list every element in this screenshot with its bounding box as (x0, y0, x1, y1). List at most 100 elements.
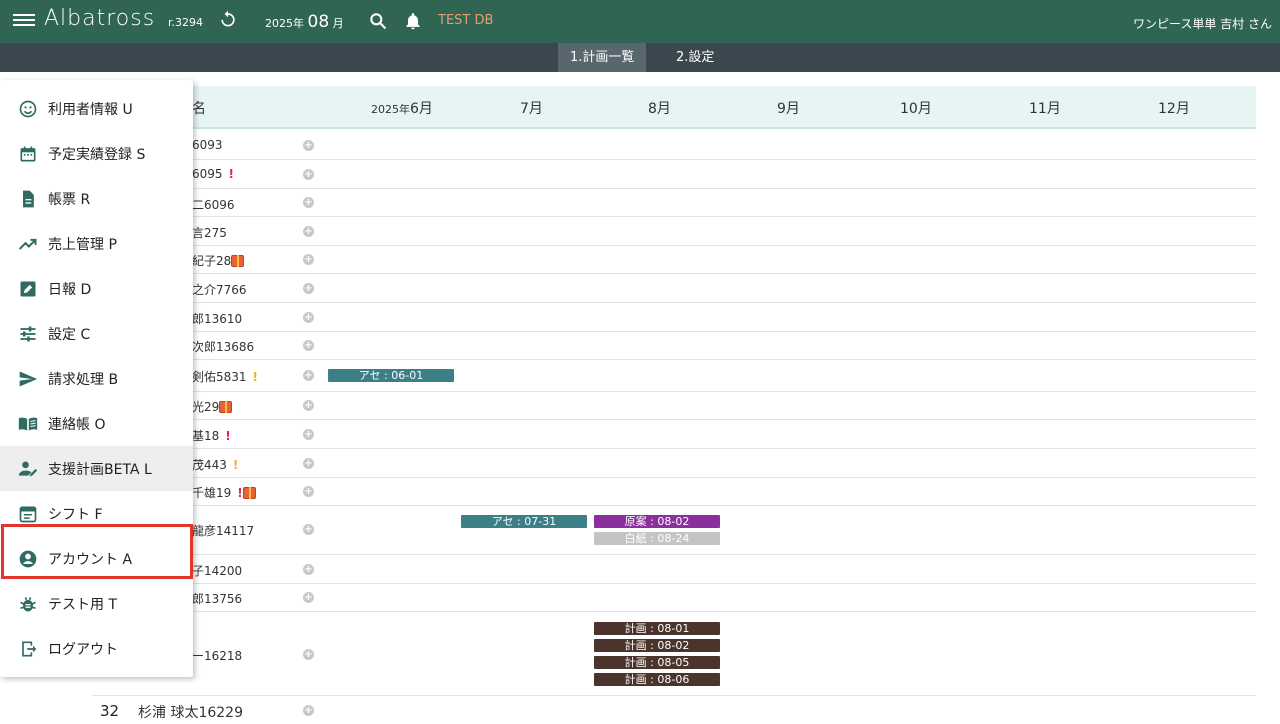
calendar-icon (18, 144, 38, 164)
notification-bell-icon[interactable] (403, 10, 423, 32)
add-plan-button[interactable]: + (303, 169, 314, 180)
menu-item-support-plan[interactable]: 支援計画BETA L (0, 446, 193, 491)
add-plan-button[interactable]: + (303, 649, 314, 660)
add-plan-button[interactable]: + (303, 140, 314, 151)
menu-item-label: ログアウト (48, 641, 118, 658)
menu-item-sales[interactable]: 売上管理 P (0, 221, 193, 266)
edit-note-icon (18, 279, 38, 299)
add-plan-button[interactable]: + (303, 486, 314, 497)
user-name-cell[interactable]: 杉浦 球太16229 (138, 702, 243, 722)
bug-icon (18, 594, 38, 614)
menu-item-settings[interactable]: 設定 C (0, 311, 193, 356)
table-row: 剣佑5831! + アセ : 06-01 (92, 360, 1256, 392)
menu-item-user-info[interactable]: 利用者情報 U (0, 86, 193, 131)
plan-chip[interactable]: 白紙 : 08-24 (594, 532, 720, 545)
menu-item-contact-book[interactable]: 連絡帳 O (0, 401, 193, 446)
menu-item-label: 支援計画BETA L (48, 461, 152, 478)
month-header: 10月 (900, 101, 932, 117)
month-selector[interactable]: 2025年 08 月 (265, 12, 344, 32)
plan-chip[interactable]: 計画 : 08-02 (594, 639, 720, 652)
plan-chip[interactable]: 原案 : 08-02 (594, 515, 720, 528)
user-name-cell[interactable]: 二6096 (192, 196, 235, 213)
menu-item-reports[interactable]: 帳票 R (0, 176, 193, 221)
month-suffix: 月 (332, 17, 344, 30)
name-column-header: 名 (192, 101, 206, 117)
send-icon (18, 369, 38, 389)
add-plan-button[interactable]: + (303, 226, 314, 237)
menu-item-label: 連絡帳 O (48, 416, 106, 433)
add-plan-button[interactable]: + (303, 524, 314, 535)
menu-item-daily-report[interactable]: 日報 D (0, 266, 193, 311)
trending-up-icon (18, 234, 38, 254)
refresh-icon[interactable] (218, 9, 238, 29)
alert-icon: ! (232, 458, 239, 472)
event-note-icon (18, 504, 38, 524)
user-name-cell[interactable]: 茂443! (192, 456, 238, 473)
menu-item-billing[interactable]: 請求処理 B (0, 356, 193, 401)
user-name-cell[interactable]: 剣佑5831! (192, 368, 258, 385)
add-plan-button[interactable]: + (303, 705, 314, 716)
menu-item-test[interactable]: テスト用 T (0, 581, 193, 626)
tab-settings[interactable]: 2.設定 (664, 43, 726, 72)
menu-item-label: シフト F (48, 506, 103, 523)
add-plan-button[interactable]: + (303, 564, 314, 575)
user-name-cell[interactable]: 子14200 (192, 562, 242, 579)
menu-item-label: 日報 D (48, 281, 92, 298)
brand-logo: Albatross (44, 6, 156, 31)
tune-icon (18, 324, 38, 344)
user-name-cell[interactable]: 光29 (192, 398, 233, 415)
menu-item-label: テスト用 T (48, 596, 118, 613)
month-header: 11月 (1029, 101, 1061, 117)
user-name-cell[interactable]: 郎13756 (192, 590, 242, 607)
user-name-text: 6095 (192, 167, 223, 181)
plan-chip[interactable]: アセ : 07-31 (461, 515, 587, 528)
add-plan-button[interactable]: + (303, 340, 314, 351)
user-name-cell[interactable]: ー16218 (192, 647, 242, 664)
add-plan-button[interactable]: + (303, 312, 314, 323)
user-name-text: 茂443 (192, 458, 227, 472)
user-name-cell[interactable]: 郎13610 (192, 310, 242, 327)
add-plan-button[interactable]: + (303, 283, 314, 294)
menu-item-schedule[interactable]: 予定実績登録 S (0, 131, 193, 176)
gift-icon (242, 487, 256, 499)
add-plan-button[interactable]: + (303, 429, 314, 440)
user-name-cell[interactable]: 6093 (192, 138, 223, 152)
user-name-cell[interactable]: 次郎13686 (192, 338, 254, 355)
month-header: 8月 (648, 101, 671, 117)
user-name-text: 基18 (192, 429, 220, 443)
selection-highlight (1, 524, 193, 579)
person-edit-icon (18, 459, 38, 479)
add-plan-button[interactable]: + (303, 197, 314, 208)
user-name-cell[interactable]: 千雄19! (192, 484, 256, 501)
month-header: 2025年6月 (371, 101, 433, 117)
user-name-cell[interactable]: 基18! (192, 427, 231, 444)
add-plan-button[interactable]: + (303, 458, 314, 469)
menu-item-label: 請求処理 B (48, 371, 119, 388)
user-name-cell[interactable]: 紀子28 (192, 252, 245, 269)
plan-chip[interactable]: 計画 : 08-06 (594, 673, 720, 686)
revision-label: r.3294 (168, 16, 204, 29)
user-name-text: 千雄19 (192, 486, 232, 500)
menu-item-label: 売上管理 P (48, 236, 117, 253)
alert-icon: ! (225, 429, 231, 443)
tab-plan-list[interactable]: 1.計画一覧 (558, 43, 647, 72)
menu-icon[interactable] (13, 11, 35, 31)
table-row: 千雄19! + (92, 478, 1256, 506)
user-name-cell[interactable]: 龍彦14117 (192, 522, 254, 539)
user-name-cell[interactable]: 言275 (192, 224, 227, 241)
plan-chip[interactable]: 計画 : 08-05 (594, 656, 720, 669)
user-name-cell[interactable]: 之介7766 (192, 281, 247, 298)
user-name-text: 紀子28 (192, 254, 232, 268)
add-plan-button[interactable]: + (303, 370, 314, 381)
menu-item-label: 利用者情報 U (48, 101, 133, 118)
user-name[interactable]: ワンピース単単 吉村 さん (1133, 15, 1272, 32)
menu-item-logout[interactable]: ログアウト (0, 626, 193, 671)
user-name-cell[interactable]: 6095! (192, 167, 234, 181)
add-plan-button[interactable]: + (303, 400, 314, 411)
plan-chip[interactable]: アセ : 06-01 (328, 369, 454, 382)
add-plan-button[interactable]: + (303, 254, 314, 265)
add-plan-button[interactable]: + (303, 592, 314, 603)
search-icon[interactable] (368, 11, 388, 31)
top-app-bar: Albatross r.3294 2025年 08 月 TEST DB ワンピー… (0, 0, 1280, 43)
plan-chip[interactable]: 計画 : 08-01 (594, 622, 720, 635)
